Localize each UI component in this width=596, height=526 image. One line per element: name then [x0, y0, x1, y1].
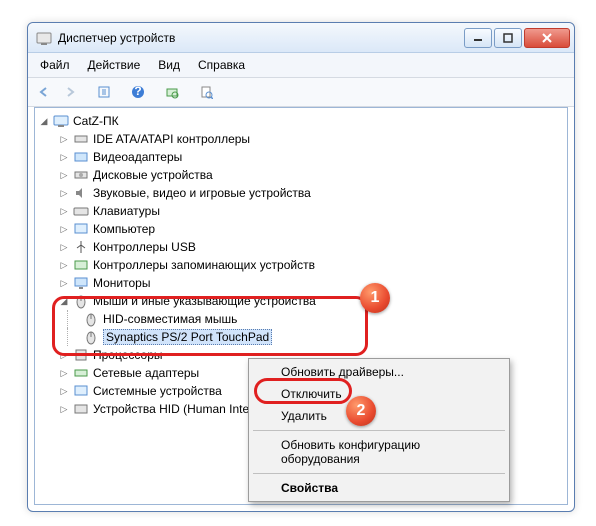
- tree-item[interactable]: ▷ Дисковые устройства: [37, 166, 565, 184]
- svg-text:?: ?: [134, 85, 141, 98]
- expand-icon[interactable]: ▷: [59, 170, 69, 180]
- expand-icon[interactable]: ▷: [59, 278, 69, 288]
- tree-item[interactable]: ▷ Клавиатуры: [37, 202, 565, 220]
- tree-item[interactable]: ▷ IDE ATA/ATAPI контроллеры: [37, 130, 565, 148]
- tree-item[interactable]: ▷ Мониторы: [37, 274, 565, 292]
- ctx-update-drivers[interactable]: Обновить драйверы...: [251, 361, 507, 383]
- computer-icon: [53, 113, 69, 129]
- collapse-icon[interactable]: ◢: [59, 296, 69, 306]
- ctx-disable[interactable]: Отключить: [251, 383, 507, 405]
- tree-item[interactable]: ▷ Звуковые, видео и игровые устройства: [37, 184, 565, 202]
- expand-icon[interactable]: ▷: [59, 404, 69, 414]
- ctx-separator: [253, 473, 505, 474]
- ctx-properties[interactable]: Свойства: [251, 477, 507, 499]
- mouse-icon: [73, 293, 89, 309]
- keyboard-icon: [73, 203, 89, 219]
- expand-icon[interactable]: ▷: [59, 134, 69, 144]
- toolbar-forward-button[interactable]: [58, 81, 82, 103]
- computer-category-icon: [73, 221, 89, 237]
- expand-icon[interactable]: ▷: [59, 206, 69, 216]
- tree-item[interactable]: ▷ Контроллеры USB: [37, 238, 565, 256]
- ctx-separator: [253, 430, 505, 431]
- display-adapter-icon: [73, 149, 89, 165]
- system-device-icon: [73, 383, 89, 399]
- processor-icon: [73, 347, 89, 363]
- app-icon: [36, 30, 52, 46]
- window-buttons: [464, 28, 570, 48]
- menu-help[interactable]: Справка: [190, 55, 253, 75]
- collapse-icon[interactable]: ◢: [39, 116, 49, 126]
- network-adapter-icon: [73, 365, 89, 381]
- toolbar-help-button[interactable]: ?: [126, 81, 150, 103]
- ctx-delete[interactable]: Удалить: [251, 405, 507, 427]
- titlebar[interactable]: Диспетчер устройств: [28, 23, 574, 53]
- tree-item[interactable]: ▷ Видеоадаптеры: [37, 148, 565, 166]
- tree-item-hid-mouse[interactable]: HID-совместимая мышь: [37, 310, 565, 328]
- expand-icon[interactable]: ▷: [59, 368, 69, 378]
- ctx-scan-hardware[interactable]: Обновить конфигурацию оборудования: [251, 434, 507, 470]
- disk-icon: [73, 167, 89, 183]
- hid-icon: [73, 401, 89, 417]
- sound-icon: [73, 185, 89, 201]
- expand-icon[interactable]: ▷: [59, 260, 69, 270]
- usb-icon: [73, 239, 89, 255]
- expand-icon[interactable]: ▷: [59, 350, 69, 360]
- toolbar-properties-button[interactable]: [194, 81, 218, 103]
- tree-item-mice[interactable]: ◢ Мыши и иные указывающие устройства: [37, 292, 565, 310]
- tree-item-synaptics[interactable]: Synaptics PS/2 Port TouchPad: [37, 328, 565, 346]
- expand-icon[interactable]: ▷: [59, 152, 69, 162]
- mouse-icon: [83, 329, 99, 345]
- toolbar-back-button[interactable]: [32, 81, 56, 103]
- menu-action[interactable]: Действие: [80, 55, 149, 75]
- expand-icon[interactable]: ▷: [59, 386, 69, 396]
- window-title: Диспетчер устройств: [58, 31, 464, 45]
- tree-root[interactable]: ◢ CatZ-ПК: [37, 112, 565, 130]
- expand-icon[interactable]: ▷: [59, 242, 69, 252]
- toolbar-scan-button[interactable]: [160, 81, 184, 103]
- context-menu: Обновить драйверы... Отключить Удалить О…: [248, 358, 510, 502]
- expand-icon[interactable]: ▷: [59, 224, 69, 234]
- close-button[interactable]: [524, 28, 570, 48]
- mouse-icon: [83, 311, 99, 327]
- expand-icon[interactable]: ▷: [59, 188, 69, 198]
- storage-controller-icon: [73, 257, 89, 273]
- ide-icon: [73, 131, 89, 147]
- selected-device-label: Synaptics PS/2 Port TouchPad: [103, 329, 272, 345]
- maximize-button[interactable]: [494, 28, 522, 48]
- monitor-icon: [73, 275, 89, 291]
- menubar: Файл Действие Вид Справка: [28, 53, 574, 78]
- menu-view[interactable]: Вид: [150, 55, 188, 75]
- tree-item[interactable]: ▷ Контроллеры запоминающих устройств: [37, 256, 565, 274]
- tree-item[interactable]: ▷ Компьютер: [37, 220, 565, 238]
- minimize-button[interactable]: [464, 28, 492, 48]
- toolbar-show-hidden-button[interactable]: [92, 81, 116, 103]
- tree-root-label: CatZ-ПК: [73, 114, 119, 128]
- menu-file[interactable]: Файл: [32, 55, 78, 75]
- toolbar: ?: [28, 78, 574, 107]
